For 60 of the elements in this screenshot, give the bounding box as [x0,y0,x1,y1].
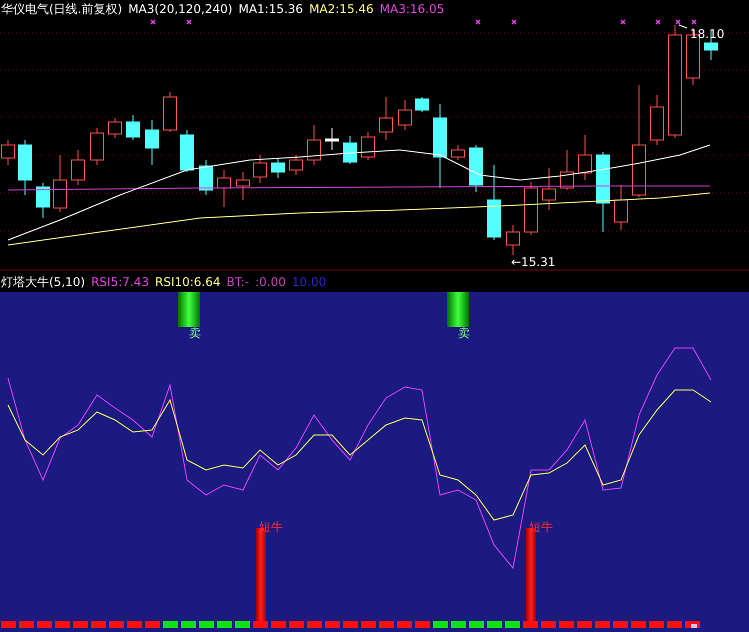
marker-icon [620,19,626,25]
candlestick [108,118,122,138]
marker-icon [186,19,192,25]
candlestick [145,120,159,166]
indicator-value: MA3:16.05 [380,2,444,16]
candlestick [415,96,429,112]
indicator-value: BT:- [226,275,250,289]
indicator-value: MA2:15.46 [309,2,374,16]
marker-icon [655,19,661,25]
candlestick [18,140,32,196]
candlestick [36,182,50,218]
candlestick [451,144,465,160]
indicator-value: 10.00 [292,275,326,289]
candlestick [343,136,357,164]
candlestick [379,96,393,140]
signal-label: 卖 [189,326,201,340]
candlestick [271,158,285,178]
marker-icon [691,19,697,25]
chart-title: 灯塔大牛(5,10) [1,274,86,290]
indicator-value: :0.00 [255,275,286,289]
candlestick [524,182,538,236]
price-label: ←15.31 [511,255,556,269]
candlestick [53,154,67,212]
candlestick [614,184,628,230]
candlestick [1,140,15,166]
candlestick [180,130,194,172]
candlestick [650,94,664,146]
indicator-value: MA3(20,120,240) [128,2,232,16]
candlestick [398,100,412,130]
candlestick [163,92,177,132]
indicator-value: MA1:15.36 [238,2,304,16]
indicator-value: RSI5:7.43 [91,275,149,289]
candlestick [578,134,592,180]
leader-line [678,24,688,28]
marker-icon [150,19,156,25]
signal-label: 卖 [458,326,470,340]
signal-label: 短牛 [259,520,283,534]
signal-label: 短牛 [529,520,553,534]
marker-icon [511,19,517,25]
chart-title: 华仪电气(日线.前复权) [1,0,122,18]
candlestick [560,150,574,190]
candlestick [542,168,556,210]
candlestick [469,144,483,192]
candlestick [506,224,520,256]
candlestick [361,132,375,160]
candlestick [325,128,339,150]
candlestick [217,170,231,208]
candlestick [126,114,140,140]
signal-bar [447,292,469,327]
candlestick [71,150,85,186]
candlestick [236,172,250,200]
indicator-value: RSI10:6.64 [154,275,221,289]
candlestick [90,128,104,166]
signal-bar [178,292,200,327]
candlestick [307,124,321,166]
marker-icon [475,19,481,25]
candlestick [199,160,213,196]
marker-icon [675,19,681,25]
candlestick [289,154,303,176]
candlestick [253,154,267,184]
